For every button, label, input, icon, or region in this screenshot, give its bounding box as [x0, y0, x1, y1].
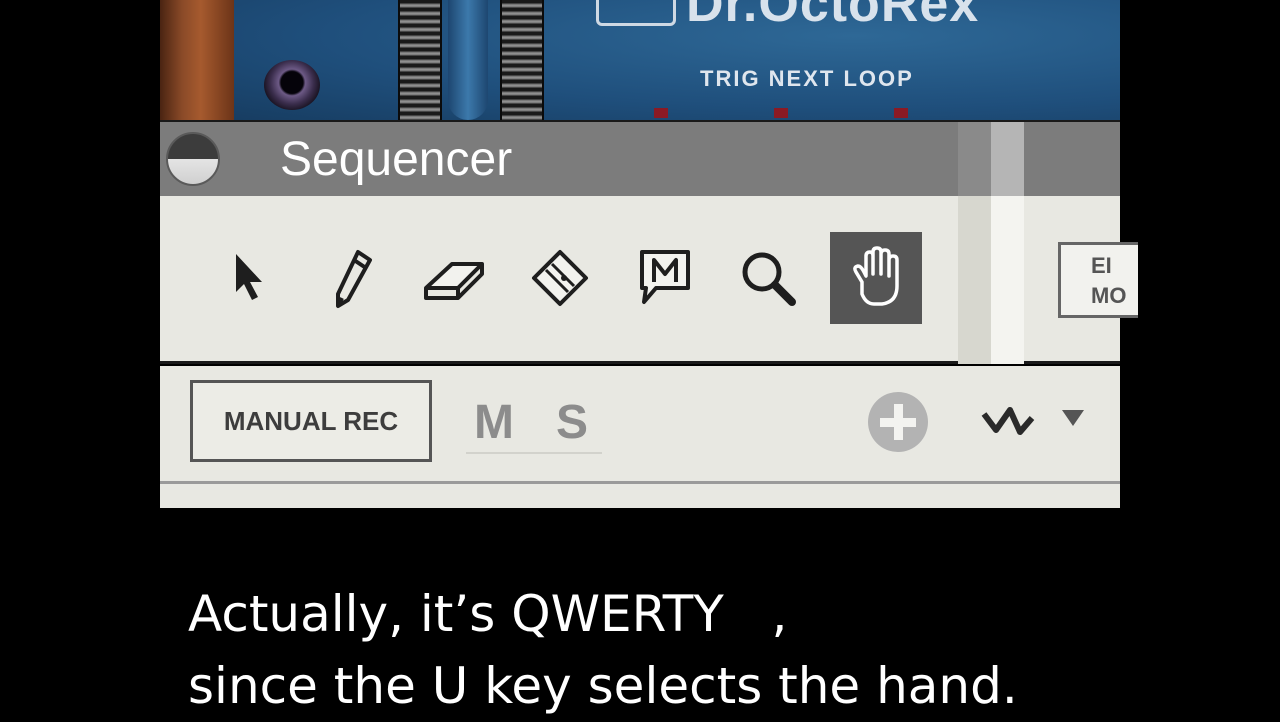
pencil-tool-button[interactable]: [304, 232, 396, 324]
hand-tool-icon: [853, 246, 899, 306]
sequencer-toolbar: EI MO: [160, 196, 1138, 364]
manual-rec-button[interactable]: MANUAL REC: [190, 380, 432, 462]
caption-line-2: since the U key selects the hand.: [188, 657, 1018, 715]
edit-mode-label-line1: EI: [1091, 253, 1112, 278]
caption-line-1: Actually, it’s QWERTY ,: [188, 585, 788, 643]
trig-led-bar[interactable]: [654, 108, 668, 118]
trig-led-beat[interactable]: [774, 108, 788, 118]
audio-jack[interactable]: [264, 60, 320, 110]
pitch-wheel[interactable]: [398, 0, 442, 120]
mute-tool-button[interactable]: [618, 232, 710, 324]
razor-tool-button[interactable]: [514, 232, 606, 324]
pencil-tool-icon: [336, 250, 372, 308]
automation-icon[interactable]: [980, 400, 1044, 444]
razor-tool-icon: [532, 250, 588, 306]
solo-button[interactable]: S: [544, 392, 600, 452]
device-logo-box: [596, 0, 676, 26]
eraser-tool-button[interactable]: [408, 232, 500, 324]
edit-mode-button[interactable]: EI MO: [1058, 242, 1138, 318]
mod-wheel[interactable]: [500, 0, 544, 120]
subtitle-caption: Actually, it’s QWERTY , since the U key …: [188, 578, 1268, 722]
trig-led-sixteenth[interactable]: [894, 108, 908, 118]
collapse-toggle-icon[interactable]: [166, 132, 220, 186]
rack-device-dr-octorex: Dr.OctoRex TRIG NEXT LOOP: [160, 0, 1120, 120]
track-header-row: MANUAL REC M S: [160, 366, 1120, 484]
track-lane-area: [160, 484, 1120, 508]
mute-button[interactable]: M: [466, 392, 522, 452]
magnify-tool-button[interactable]: [722, 232, 814, 324]
sequencer-title: Sequencer: [280, 133, 513, 186]
add-lane-icon[interactable]: [868, 392, 928, 452]
mute-solo-underline: [466, 452, 602, 454]
automation-dropdown-icon[interactable]: [1062, 410, 1084, 426]
arrow-tool-icon: [236, 254, 262, 300]
magnify-tool-icon: [742, 252, 796, 306]
edit-mode-label-line2: MO: [1091, 283, 1127, 308]
eraser-tool-icon: [424, 262, 484, 300]
panel-divider[interactable]: [958, 196, 1024, 364]
arrow-tool-button[interactable]: [198, 232, 290, 324]
panel-divider-top[interactable]: [958, 122, 1024, 198]
rack-front-panel: [234, 0, 1120, 120]
hand-tool-button[interactable]: [830, 232, 922, 324]
rack-wood-side: [160, 0, 234, 120]
trig-next-loop-label: TRIG NEXT LOOP: [700, 66, 914, 91]
wheel-groove: [448, 0, 488, 120]
device-logo: Dr.OctoRex: [686, 0, 980, 33]
trig-led-row: [654, 104, 954, 120]
mute-tool-icon: [640, 250, 690, 304]
